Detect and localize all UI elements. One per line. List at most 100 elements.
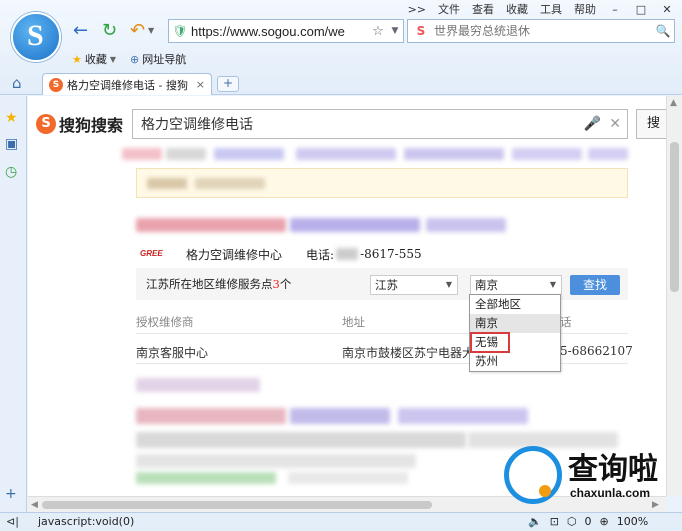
city-select[interactable]: 南京 ▼ — [470, 275, 562, 295]
sogou-search-button[interactable]: 搜 — [636, 109, 666, 139]
star-icon[interactable]: ☆ — [369, 24, 387, 39]
horizontal-scroll-thumb[interactable] — [42, 501, 432, 509]
dropdown-option-all[interactable]: 全部地区 — [470, 295, 560, 314]
blurred-result-title[interactable] — [426, 218, 506, 232]
blurred-link — [122, 148, 162, 160]
blurred-result-title[interactable] — [136, 218, 286, 232]
status-text: javascript:void(0) — [38, 515, 135, 528]
filter-count: 3 — [272, 277, 280, 291]
magnifier-icon[interactable]: 🔍 — [652, 24, 674, 38]
favorites-button[interactable]: ★ 收藏 ▼ — [72, 51, 116, 67]
col-dealer: 授权维修商 — [136, 315, 194, 329]
vertical-scroll-thumb[interactable] — [670, 142, 679, 292]
globe-icon: ⊕ — [130, 52, 140, 66]
blurred-result-title[interactable] — [290, 408, 390, 424]
sogou-logo[interactable]: S 搜狗搜索 — [36, 112, 123, 136]
menu-file[interactable]: 文件 — [438, 1, 460, 17]
menu-favorites[interactable]: 收藏 — [506, 1, 528, 17]
browser-chrome: S >> 文件 查看 收藏 工具 帮助 – □ ✕ ← ↻ ↶ ▼ 🛡 http… — [0, 0, 682, 95]
browser-search-input[interactable] — [434, 24, 652, 38]
menu-view[interactable]: 查看 — [472, 1, 494, 17]
zoom-icon[interactable]: ⊕ — [600, 515, 609, 528]
sogou-query-input[interactable]: 格力空调维修电话 🎤 ✕ — [132, 109, 628, 139]
find-button[interactable]: 查找 — [570, 275, 620, 295]
blurred-link — [588, 148, 628, 160]
block-counter[interactable]: 0 — [585, 515, 592, 528]
province-select[interactable]: 江苏 ▼ — [370, 275, 458, 295]
sogou-browser-logo[interactable]: S — [11, 12, 61, 62]
refresh-icon[interactable]: ↻ — [102, 22, 117, 40]
sidebar-toggle-icon[interactable]: ⊲| — [6, 515, 19, 528]
restore-button[interactable]: □ — [634, 3, 648, 16]
new-tab-button[interactable]: + — [217, 76, 239, 92]
minimize-button[interactable]: – — [608, 3, 622, 16]
tab-active[interactable]: S 格力空调维修电话 - 搜狗 × — [42, 73, 212, 95]
address-bar[interactable]: 🛡 https://www.sogou.com/we ☆ ▼ — [168, 19, 404, 43]
favorites-bar: ★ 收藏 ▼ ⊕ 网址导航 — [72, 51, 186, 67]
blurred-result-title[interactable] — [290, 218, 420, 232]
sogou-search-icon: S — [416, 24, 426, 38]
blurred-url — [136, 472, 276, 484]
blurred-snippet — [136, 432, 466, 448]
row-phone: 5-68662107 — [560, 344, 633, 358]
undo-dropdown-icon[interactable]: ▼ — [148, 26, 154, 35]
status-icons: 🔈 ⊡ ⬡ 0 ⊕ 100% — [528, 515, 648, 528]
browser-search-box[interactable]: S 🔍 — [407, 19, 675, 43]
back-arrow-icon[interactable]: ← — [73, 22, 88, 40]
blurred-url — [288, 472, 408, 484]
sogou-logo-icon: S — [36, 114, 56, 134]
microphone-icon[interactable]: 🎤 — [584, 116, 601, 132]
site-nav-button[interactable]: ⊕ 网址导航 — [130, 51, 186, 67]
row-address: 南京市鼓楼区苏宁电器大 — [342, 346, 472, 360]
menu-more[interactable]: >> — [408, 3, 426, 16]
wuxi-highlight-box — [470, 332, 510, 353]
speaker-icon[interactable]: 🔈 — [528, 515, 542, 528]
blurred-result-title[interactable] — [136, 408, 286, 424]
shield-status-icon[interactable]: ⬡ — [567, 515, 577, 528]
blurred-text — [136, 378, 260, 392]
menu-tools[interactable]: 工具 — [540, 1, 562, 17]
col-address: 地址 — [342, 315, 365, 329]
scroll-up-icon[interactable]: ▲ — [670, 98, 677, 108]
web-page: S 搜狗搜索 格力空调维修电话 🎤 ✕ 搜 GREE 格力空调维修中心 电话: … — [28, 96, 666, 496]
vertical-scrollbar[interactable]: ▲ — [666, 96, 682, 496]
url-text[interactable]: https://www.sogou.com/we — [191, 24, 369, 39]
reader-icon[interactable]: ▣ — [5, 136, 18, 152]
add-sidebar-icon[interactable]: + — [5, 486, 17, 502]
service-center-row: GREE 格力空调维修中心 电话: -8617-555 — [136, 242, 628, 266]
col-phone: 话 — [560, 315, 572, 329]
notice-box — [136, 168, 628, 198]
shield-icon: 🛡 — [172, 24, 188, 38]
watermark-logo-icon — [504, 446, 562, 504]
star-filled-icon: ★ — [72, 52, 82, 66]
blurred-result-title[interactable] — [398, 408, 528, 424]
home-icon[interactable]: ⌂ — [12, 74, 22, 92]
phone-label: 电话: — [306, 247, 335, 262]
chevron-down-icon: ▼ — [549, 280, 556, 289]
chaxunla-watermark: 查询啦 chaxunla.com — [502, 440, 678, 510]
blurred-snippet — [136, 454, 416, 468]
center-name: 格力空调维修中心 — [186, 247, 283, 262]
menu-help[interactable]: 帮助 — [574, 1, 596, 17]
tab-bar: ⌂ S 格力空调维修电话 - 搜狗 × + — [0, 72, 682, 95]
scroll-left-icon[interactable]: ◀ — [31, 497, 38, 513]
clear-icon[interactable]: ✕ — [609, 116, 621, 132]
blurred-link — [404, 148, 504, 160]
clock-icon[interactable]: ◷ — [5, 164, 17, 180]
menu-bar: >> 文件 查看 收藏 工具 帮助 – □ ✕ — [408, 0, 682, 18]
close-window-button[interactable]: ✕ — [660, 3, 674, 16]
blurred-phone-prefix — [336, 248, 359, 260]
row-dealer: 南京客服中心 — [136, 346, 209, 360]
tab-close-icon[interactable]: × — [196, 78, 205, 91]
status-bar: ⊲| javascript:void(0) 🔈 ⊡ ⬡ 0 ⊕ 100% — [0, 512, 682, 531]
dropdown-option-nanjing[interactable]: 南京 — [470, 314, 560, 333]
dropdown-option-suzhou[interactable]: 苏州 — [470, 352, 560, 371]
toolbox-icon[interactable]: ⊡ — [550, 515, 559, 528]
favorites-star-icon[interactable]: ★ — [5, 110, 18, 126]
chevron-down-icon[interactable]: ▼ — [387, 26, 403, 36]
undo-icon[interactable]: ↶ — [130, 22, 145, 40]
phone-tail: -8617-555 — [360, 247, 422, 261]
blurred-link — [166, 148, 206, 160]
zoom-level[interactable]: 100% — [617, 515, 648, 528]
watermark-name: 查询啦 — [568, 452, 658, 487]
